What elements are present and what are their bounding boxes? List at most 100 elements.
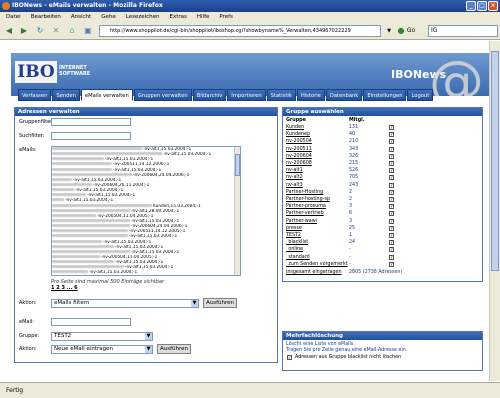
group-help-icon[interactable]: ?: [389, 218, 394, 224]
reload-icon[interactable]: ↻: [34, 25, 46, 37]
redacted-address: [52, 260, 114, 264]
group-link[interactable]: nv-alt3: [286, 183, 303, 188]
group-link[interactable]: _online: [286, 247, 303, 252]
menu-extras[interactable]: Extras: [170, 14, 187, 20]
redacted-address: [52, 213, 96, 217]
gruppe-select[interactable]: TEST2 ▼: [51, 332, 153, 341]
forward-icon[interactable]: ▶: [18, 25, 30, 37]
group-help-icon[interactable]: ?: [389, 189, 394, 195]
menu-hilfe[interactable]: Hilfe: [197, 14, 210, 20]
group-link[interactable]: Kunden: [286, 125, 304, 130]
minimize-button[interactable]: _: [466, 1, 476, 11]
email-entry-text: -nv-alt1,15.03.2004;-1: [89, 270, 138, 276]
group-help-icon[interactable]: ?: [389, 125, 394, 130]
group-link[interactable]: nv-200511: [286, 147, 312, 152]
group-link[interactable]: Partner-hosting-sp: [286, 197, 330, 202]
pagination[interactable]: 1 2 3 ... 6: [51, 285, 78, 291]
group-link[interactable]: TEST2: [286, 233, 301, 238]
back-icon[interactable]: ◀: [3, 25, 15, 37]
close-button[interactable]: ×: [488, 1, 498, 11]
emails-scrollbar[interactable]: [234, 147, 240, 275]
tab-gruppen-verwalten[interactable]: Gruppen verwalten: [133, 89, 192, 101]
group-help-icon[interactable]: ?: [389, 240, 394, 246]
ausfuehren-button[interactable]: Ausführen: [203, 298, 237, 308]
group-help-icon[interactable]: ?: [389, 211, 394, 217]
group-help-icon[interactable]: ?: [389, 182, 394, 188]
stop-icon[interactable]: ✕: [50, 25, 62, 37]
gruppenfilter-input[interactable]: [51, 118, 131, 126]
url-bar[interactable]: http://www.shoppilot.de/cgi-bin/shoppilo…: [99, 25, 381, 37]
group-count: 2: [349, 197, 353, 202]
tab-logout[interactable]: Logout: [407, 89, 434, 101]
group-help-icon[interactable]: ?: [389, 254, 394, 260]
group-help-icon[interactable]: ?: [389, 247, 394, 253]
go-button[interactable]: Go: [404, 25, 418, 37]
redacted-address: [52, 162, 112, 166]
group-link[interactable]: _blacklist: [286, 240, 308, 245]
tab-historie[interactable]: Historie: [296, 89, 325, 101]
group-link[interactable]: nv-200608: [286, 161, 312, 166]
group-help-icon[interactable]: ?: [389, 132, 394, 138]
tab-datenbank[interactable]: Datenbank: [325, 89, 363, 101]
group-link[interactable]: Partner-vertrieb: [286, 211, 324, 216]
group-link[interactable]: Kundenep: [286, 132, 310, 137]
group-help-icon[interactable]: ?: [389, 146, 394, 152]
aktion2-select[interactable]: Neue eMail eintragen ▼: [51, 345, 153, 354]
group-link[interactable]: presse: [286, 226, 302, 231]
ausfuehren2-button[interactable]: Ausführen: [157, 344, 191, 354]
scrollbar-thumb[interactable]: [235, 154, 240, 176]
redacted-address: [52, 177, 72, 181]
redacted-address: [52, 172, 132, 176]
maximize-button[interactable]: □: [477, 1, 487, 11]
group-link[interactable]: _standard: [286, 255, 310, 260]
group-link[interactable]: Partner-wawi: [286, 219, 317, 224]
email-input[interactable]: [51, 318, 131, 326]
menu-prefs[interactable]: Prefs: [219, 14, 233, 20]
menu-lesezeichen[interactable]: Lesezeichen: [126, 14, 160, 20]
group-link[interactable]: nv-alt1: [286, 168, 303, 173]
group-link[interactable]: Partner-Hosting: [286, 190, 323, 195]
tab-emails-verwalten[interactable]: eMails verwalten: [80, 89, 133, 101]
tab-importieren[interactable]: Importieren: [227, 89, 266, 101]
page-scrollbar-thumb[interactable]: [491, 51, 499, 271]
group-link[interactable]: Partner-prosuma: [286, 204, 326, 209]
redacted-address: [52, 147, 142, 150]
group-link[interactable]: nv-200504: [286, 139, 312, 144]
group-help-icon[interactable]: ?: [389, 175, 394, 181]
group-count: 705: [349, 175, 359, 181]
suchfilter-input[interactable]: [51, 132, 131, 140]
logo-text: IBO: [15, 61, 57, 83]
group-link[interactable]: nv-200604: [286, 154, 312, 159]
home-icon[interactable]: ⌂: [66, 25, 78, 37]
group-help-icon[interactable]: ?: [389, 139, 394, 145]
aktion-select[interactable]: eMails filtern ▼: [51, 299, 199, 308]
group-help-icon[interactable]: ?: [389, 153, 394, 159]
search-box[interactable]: IG: [428, 25, 498, 37]
tab-verfassen[interactable]: Verfassen: [18, 89, 52, 101]
group-help-icon[interactable]: ?: [389, 261, 394, 267]
group-help-icon[interactable]: ?: [389, 204, 394, 210]
page-scrollbar[interactable]: [489, 41, 500, 381]
group-link[interactable]: _zum Senden vorgemerkt: [286, 262, 348, 267]
menu-datei[interactable]: Datei: [6, 14, 21, 20]
tab-einstellungen[interactable]: Einstellungen: [363, 89, 407, 101]
tab-senden[interactable]: Senden: [52, 89, 80, 101]
email-list-item[interactable]: -nv-alt1,15.03.2004;-1: [52, 270, 240, 275]
url-dropdown-icon[interactable]: ▼: [385, 25, 393, 37]
tab-bildarchiv[interactable]: Bildarchiv: [192, 89, 227, 101]
menu-ansicht[interactable]: Ansicht: [71, 14, 91, 20]
emails-listbox[interactable]: -nv-alt1,15.03.2004;-1 -nv-alt1,15.03.200…: [51, 146, 241, 276]
group-help-icon[interactable]: ?: [389, 225, 394, 231]
group-help-icon[interactable]: ?: [389, 168, 394, 174]
group-count: 1: [349, 233, 353, 238]
group-help-icon[interactable]: ?: [389, 233, 394, 238]
group-link[interactable]: nv-alt2: [286, 175, 303, 180]
blacklist-checkbox[interactable]: ✓: [287, 355, 292, 360]
group-count: 343: [349, 146, 359, 152]
menu-gehe[interactable]: Gehe: [101, 14, 116, 20]
window-title: IBONews - eMails verwalten - Mozilla Fir…: [12, 2, 163, 9]
menu-bearbeiten[interactable]: Bearbeiten: [31, 14, 61, 20]
tab-statistik[interactable]: Statistik: [266, 89, 296, 101]
group-help-icon[interactable]: ?: [389, 197, 394, 202]
group-help-icon[interactable]: ?: [389, 161, 394, 166]
